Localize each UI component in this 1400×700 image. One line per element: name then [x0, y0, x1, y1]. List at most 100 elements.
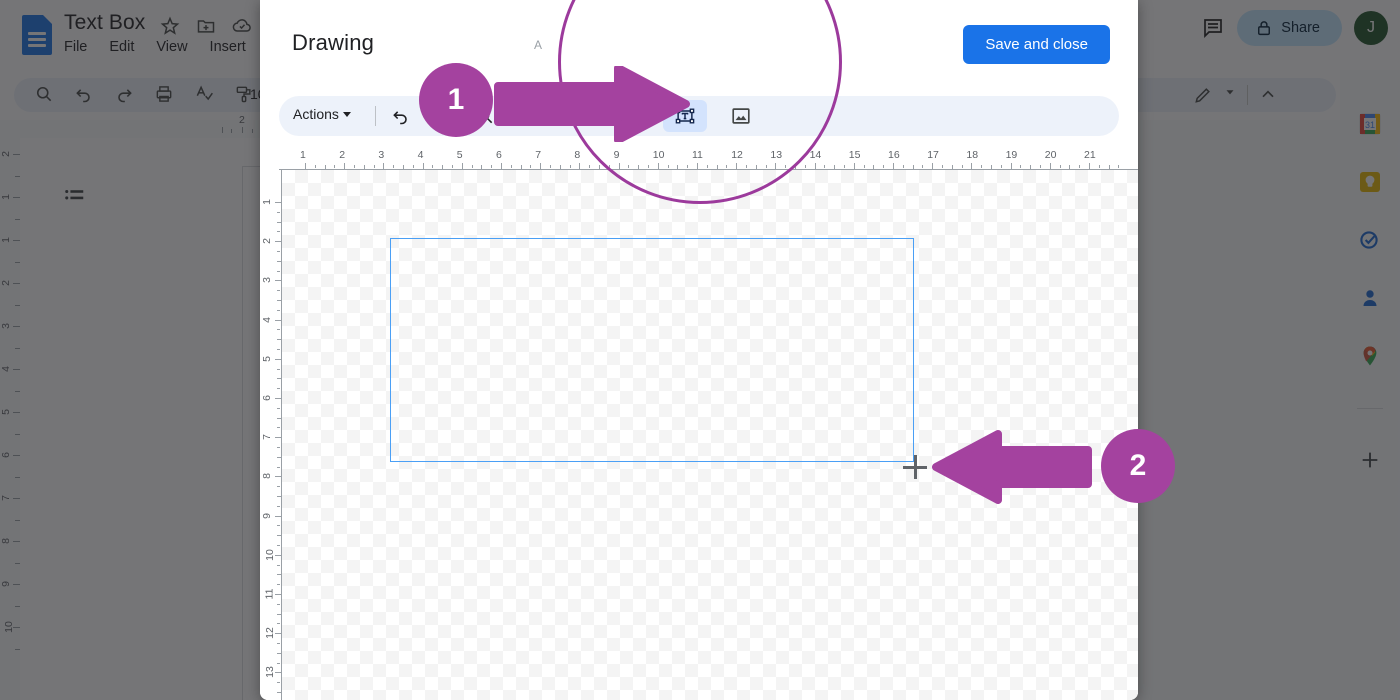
ruler-tick	[373, 165, 375, 168]
ruler-number: 4	[417, 149, 424, 161]
ruler-tick	[277, 349, 280, 350]
ruler-tick	[277, 623, 280, 625]
ruler-tick	[277, 505, 280, 507]
ruler-number: 1	[260, 199, 273, 205]
ruler-tick	[277, 662, 280, 664]
chevron-down-icon	[342, 111, 351, 117]
ruler-tick	[277, 231, 280, 233]
text-box-tool[interactable]	[663, 100, 707, 132]
redo-icon[interactable]	[427, 106, 447, 126]
ruler-number: 3	[378, 149, 385, 161]
ruler-tick	[277, 270, 280, 272]
drawing-toolbar: Actions	[279, 96, 1119, 136]
ruler-number: 9	[260, 512, 273, 519]
ruler-number: 11	[263, 588, 276, 600]
ruler-tick	[277, 211, 280, 213]
ruler-tick	[334, 165, 336, 168]
ruler-number: 2	[339, 149, 346, 161]
undo-icon[interactable]	[391, 106, 411, 126]
ruler-tick	[277, 407, 280, 409]
ruler-tick	[706, 165, 708, 168]
ruler-number: 10	[652, 149, 665, 161]
ruler-tick	[726, 165, 728, 168]
ruler-tick	[491, 165, 493, 168]
ruler-tick	[277, 251, 280, 252]
ruler-tick	[687, 165, 689, 168]
ruler-tick	[628, 165, 630, 168]
screenshot-root: Text Box File Edit View Insert	[0, 0, 1400, 700]
text-box-selection-rect[interactable]	[390, 238, 914, 462]
ruler-tick	[1000, 165, 1002, 168]
ruler-number: 6	[260, 395, 273, 401]
ruler-number: 2	[260, 238, 273, 245]
ruler-number: 9	[613, 149, 620, 161]
ruler-tick	[277, 329, 280, 331]
ruler-tick	[277, 388, 280, 390]
drawing-horizontal-ruler: 1 2 3 4 5 6 7 8 9 10 11 12 13 14 15 16 17 18 19 20 21	[279, 148, 1138, 170]
ruler-number: 6	[496, 149, 502, 161]
ruler-tick	[277, 368, 280, 370]
ruler-tick	[844, 165, 845, 168]
image-icon	[732, 108, 750, 124]
text-box-icon	[675, 108, 695, 124]
ruler-tick	[277, 466, 280, 468]
chevron-down-icon[interactable]	[501, 106, 515, 126]
ruler-tick	[277, 682, 280, 684]
ruler-tick	[981, 165, 983, 168]
ruler-tick	[883, 165, 885, 168]
ruler-number: 13	[770, 149, 783, 161]
ruler-tick	[432, 165, 434, 168]
ruler-number: 5	[260, 355, 273, 362]
ruler-tick	[765, 165, 767, 168]
ruler-number: 21	[1084, 149, 1096, 161]
ruler-tick	[452, 165, 453, 168]
ruler-number: 8	[260, 473, 273, 480]
ruler-number: 18	[966, 149, 979, 161]
ruler-number: 3	[260, 277, 273, 284]
ruler-tick	[1098, 165, 1100, 168]
ruler-tick	[569, 165, 571, 168]
ruler-tick	[589, 165, 591, 168]
dialog-ghost-label: A	[534, 38, 543, 52]
dialog-title: Drawing	[292, 30, 375, 55]
ruler-tick	[354, 165, 355, 168]
drawing-vertical-ruler: 1 2 3 4 5 6 7 8 9 10 11 12 13	[260, 170, 282, 700]
save-and-close-button[interactable]: Save and close	[963, 25, 1110, 64]
ruler-tick	[1079, 165, 1081, 168]
ruler-number: 16	[888, 149, 900, 161]
ruler-number: 7	[535, 149, 542, 161]
ruler-tick	[393, 165, 395, 168]
zoom-icon[interactable]	[475, 106, 495, 126]
drawing-dialog: Drawing A Save and close Actions 1 2 3 4…	[260, 0, 1138, 700]
ruler-tick	[277, 564, 280, 566]
ruler-tick	[1020, 165, 1022, 168]
ruler-number: 11	[692, 149, 703, 161]
ruler-tick	[667, 165, 669, 168]
ruler-tick	[804, 165, 806, 168]
ruler-tick	[277, 486, 280, 488]
ruler-tick	[277, 447, 280, 448]
image-tool[interactable]	[719, 100, 763, 132]
ruler-tick	[412, 165, 414, 168]
ruler-tick	[277, 525, 280, 527]
drawing-canvas[interactable]	[282, 170, 1138, 700]
ruler-tick	[863, 165, 865, 168]
ruler-tick	[746, 165, 747, 168]
ruler-number: 4	[260, 316, 273, 323]
toolbar-divider-2	[531, 106, 532, 126]
ruler-tick	[277, 643, 280, 644]
ruler-tick	[961, 165, 963, 168]
ruler-tick	[608, 165, 610, 168]
actions-menu-button[interactable]: Actions	[293, 106, 351, 122]
ruler-tick	[510, 165, 512, 168]
ruler-tick	[922, 165, 924, 168]
ruler-number: 8	[574, 149, 581, 161]
ruler-tick	[277, 309, 280, 311]
toolbar-divider-1	[375, 106, 376, 126]
ruler-tick	[530, 165, 532, 168]
ruler-tick	[1118, 165, 1120, 168]
ruler-number: 12	[731, 149, 743, 161]
ruler-tick	[1059, 165, 1061, 168]
ruler-number: 15	[848, 149, 861, 161]
ruler-tick	[277, 545, 280, 546]
